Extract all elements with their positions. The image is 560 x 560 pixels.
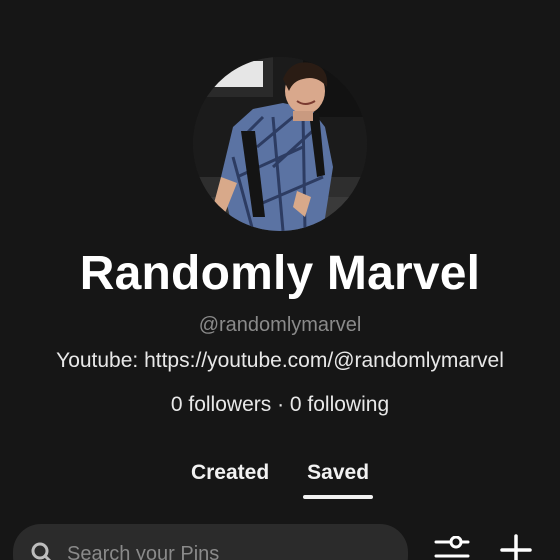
profile-screen: Randomly Marvel @randomlymarvel Youtube:… — [0, 0, 560, 560]
avatar-photo — [193, 57, 367, 231]
follow-stats[interactable]: 0 followers · 0 following — [0, 391, 560, 419]
profile-bio-link[interactable]: Youtube: https://youtube.com/@randomlyma… — [0, 347, 560, 375]
profile-tabs: Created Saved — [0, 458, 560, 504]
profile-name: Randomly Marvel — [79, 247, 481, 300]
plus-icon[interactable] — [496, 532, 536, 560]
tab-saved[interactable]: Saved — [303, 458, 373, 504]
profile-handle: @randomlymarvel — [198, 314, 362, 336]
search-input[interactable] — [65, 538, 389, 560]
filter-sliders-icon[interactable] — [432, 536, 472, 560]
search-icon — [31, 542, 52, 560]
search-bar[interactable] — [13, 524, 408, 560]
avatar[interactable] — [193, 57, 367, 231]
tab-created[interactable]: Created — [189, 458, 271, 504]
